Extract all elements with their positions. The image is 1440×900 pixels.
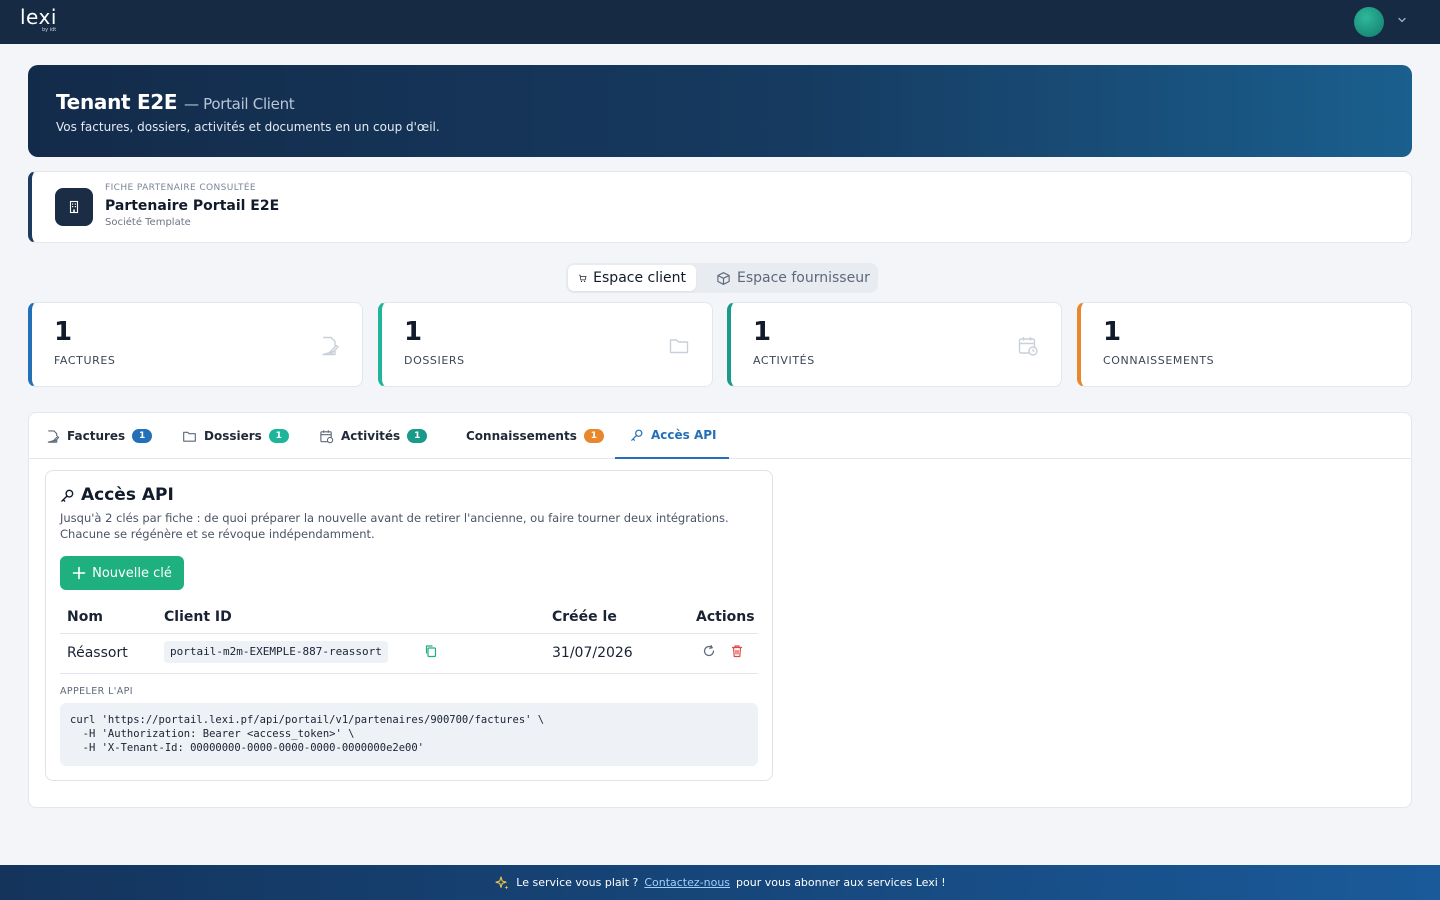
tab-connaissements[interactable]: Connaissements 1 <box>466 413 604 459</box>
client-id-value: portail-m2m-EXEMPLE-887-reassort <box>164 641 388 663</box>
tab-label: Dossiers <box>204 429 262 443</box>
key-icon <box>631 429 643 441</box>
trash-icon[interactable] <box>730 644 744 658</box>
partner-type: Société Template <box>105 217 191 228</box>
tab-label: Connaissements <box>466 429 577 443</box>
stat-label: DOSSIERS <box>404 354 465 367</box>
stat-value: 1 <box>1103 317 1122 347</box>
stat-value: 1 <box>753 317 772 347</box>
supplier-space-label: Espace fournisseur <box>737 270 870 286</box>
tab-dossiers[interactable]: Dossiers 1 <box>182 413 289 459</box>
folder-icon <box>669 339 689 354</box>
lexi-logo[interactable]: lexi by idt <box>20 5 57 33</box>
client-space-label: Espace client <box>593 270 686 286</box>
api-title-text: Accès API <box>81 485 174 505</box>
tab-activites[interactable]: Activités 1 <box>319 413 428 459</box>
partner-card: FICHE PARTENAIRE CONSULTÉE Partenaire Po… <box>28 171 1412 243</box>
chevron-down-icon[interactable] <box>1396 14 1408 26</box>
footer-banner: Le service vous plait ? Contactez-nous p… <box>0 865 1440 900</box>
top-navigation-bar: lexi by idt <box>0 0 1440 44</box>
tenant-name: Tenant E2E <box>56 90 178 114</box>
key-icon <box>61 489 74 502</box>
stat-value: 1 <box>54 317 73 347</box>
api-description: Jusqu'à 2 clés par fiche : de quoi prépa… <box>60 511 729 541</box>
row-divider <box>60 673 758 674</box>
invoice-edit-icon <box>47 429 60 443</box>
space-switch: Espace client Espace fournisseur <box>566 263 878 293</box>
curl-code-block: curl 'https://portail.lexi.pf/api/portai… <box>60 703 758 766</box>
partner-name: Partenaire Portail E2E <box>105 198 280 214</box>
new-key-label: Nouvelle clé <box>92 565 172 581</box>
stat-value: 1 <box>404 317 423 347</box>
created-date: 31/07/2026 <box>552 645 633 661</box>
column-header-creee-le: Créée le <box>552 609 617 625</box>
tab-label: Accès API <box>651 428 717 442</box>
api-access-card: Accès API Jusqu'à 2 clés par fiche : de … <box>45 470 773 781</box>
calendar-clock-icon <box>1018 337 1038 356</box>
count-badge: 1 <box>407 429 428 443</box>
portal-subtitle: — Portail Client <box>183 95 295 113</box>
stat-label: ACTIVITÉS <box>753 354 815 367</box>
logo-subtext: by idt <box>42 27 57 33</box>
hero-banner: Tenant E2E — Portail Client Vos factures… <box>28 65 1412 157</box>
tab-label: Activités <box>341 429 401 443</box>
regenerate-icon[interactable] <box>702 644 716 658</box>
call-api-label: APPELER L'API <box>60 686 134 697</box>
box-icon <box>717 271 730 285</box>
supplier-space-button[interactable]: Espace fournisseur <box>706 265 880 291</box>
stat-card-activites[interactable]: 1 ACTIVITÉS <box>727 302 1062 387</box>
copy-icon[interactable] <box>424 644 438 658</box>
count-badge: 1 <box>268 429 289 443</box>
column-header-actions: Actions <box>696 609 755 625</box>
tab-bar: Factures 1 Dossiers 1 Activités 1 Connai… <box>29 413 1411 459</box>
tab-label: Factures <box>67 429 126 443</box>
user-avatar[interactable] <box>1354 7 1384 37</box>
page-title: Tenant E2E — Portail Client <box>56 90 295 114</box>
hero-description: Vos factures, dossiers, activités et doc… <box>56 120 440 134</box>
header-divider <box>60 633 758 634</box>
count-badge: 1 <box>132 429 153 443</box>
partner-overline: FICHE PARTENAIRE CONSULTÉE <box>105 183 257 193</box>
building-icon <box>55 188 93 226</box>
column-header-nom: Nom <box>67 609 103 625</box>
stat-label: FACTURES <box>54 354 116 367</box>
cart-icon <box>578 274 587 282</box>
calendar-clock-icon <box>320 429 334 443</box>
sparkles-icon <box>495 875 509 889</box>
tabs-panel: Factures 1 Dossiers 1 Activités 1 Connai… <box>28 412 1412 808</box>
tab-acces-api[interactable]: Accès API <box>615 413 729 459</box>
stat-label: CONNAISSEMENTS <box>1103 354 1215 367</box>
footer-text-before: Le service vous plait ? <box>516 876 639 889</box>
invoice-edit-icon <box>322 336 339 356</box>
stat-card-connaissements[interactable]: 1 CONNAISSEMENTS <box>1077 302 1412 387</box>
stat-card-dossiers[interactable]: 1 DOSSIERS <box>378 302 713 387</box>
stat-card-factures[interactable]: 1 FACTURES <box>28 302 363 387</box>
contact-link[interactable]: Contactez-nous <box>644 876 730 889</box>
logo-text: lexi <box>20 5 57 29</box>
column-header-client-id: Client ID <box>164 609 232 625</box>
count-badge: 1 <box>583 429 604 443</box>
folder-icon <box>183 431 196 442</box>
plus-icon <box>72 566 86 580</box>
tab-factures[interactable]: Factures 1 <box>45 413 153 459</box>
api-section-title: Accès API <box>60 485 174 505</box>
footer-text-after: pour vous abonner aux services Lexi ! <box>736 876 946 889</box>
new-key-button[interactable]: Nouvelle clé <box>60 556 184 590</box>
client-space-button[interactable]: Espace client <box>568 265 696 291</box>
key-name: Réassort <box>67 645 128 661</box>
